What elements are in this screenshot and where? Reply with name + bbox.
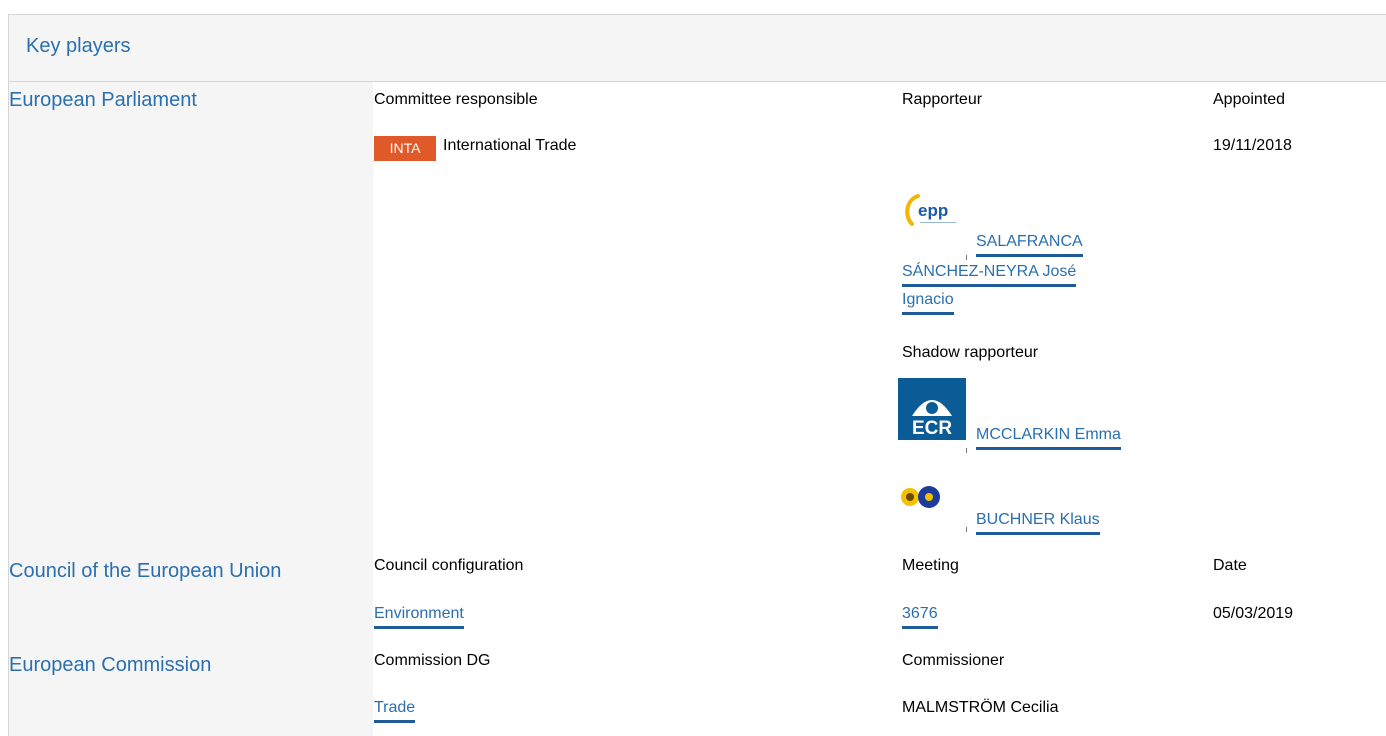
institution-european-parliament: European Parliament <box>9 89 197 111</box>
svg-text:ECR: ECR <box>912 418 952 439</box>
rapporteur-link-line-3[interactable]: Ignacio <box>902 291 954 315</box>
commission-dg-header: Commission DG <box>374 652 491 669</box>
institution-council: Council of the European Union <box>9 560 282 582</box>
separator <box>966 448 967 453</box>
epp-logo-icon: epp <box>905 194 956 226</box>
rapporteur-link-line-2[interactable]: SÁNCHEZ-NEYRA José <box>902 263 1077 287</box>
institution-column <box>8 82 373 736</box>
rapporteur-link-line-1[interactable]: SALAFRANCA <box>976 233 1083 257</box>
committee-responsible-header: Committee responsible <box>374 91 538 108</box>
appointed-header: Appointed <box>1213 91 1286 108</box>
council-config-environment-link[interactable]: Environment <box>374 605 464 629</box>
appointed-date: 19/11/2018 <box>1213 137 1292 154</box>
meeting-header: Meeting <box>902 557 959 574</box>
commission-dg-trade-link[interactable]: Trade <box>374 699 416 723</box>
shadow-rapporteur-mcclarkin-link[interactable]: MCCLARKIN Emma <box>976 426 1121 450</box>
council-date: 05/03/2019 <box>1213 605 1294 622</box>
date-header: Date <box>1213 557 1247 574</box>
council-configuration-header: Council configuration <box>374 557 524 574</box>
panel-header <box>8 14 1386 82</box>
commissioner-name: MALMSTRÖM Cecilia <box>902 699 1059 716</box>
committee-name: International Trade <box>443 137 577 154</box>
institution-commission: European Commission <box>9 654 212 676</box>
commissioner-header: Commissioner <box>902 652 1005 669</box>
ecr-logo-icon: ECR <box>898 378 966 440</box>
separator <box>966 527 967 532</box>
meeting-3676-link[interactable]: 3676 <box>902 605 938 629</box>
committee-badge: INTA <box>374 136 436 161</box>
svg-text:epp: epp <box>918 201 948 220</box>
shadow-rapporteur-header: Shadow rapporteur <box>902 344 1039 361</box>
panel-title: Key players <box>26 35 131 57</box>
rapporteur-header: Rapporteur <box>902 91 983 108</box>
sunflower-logo-icon <box>901 486 940 508</box>
separator <box>966 255 967 260</box>
shadow-rapporteur-buchner-link[interactable]: BUCHNER Klaus <box>976 511 1100 535</box>
